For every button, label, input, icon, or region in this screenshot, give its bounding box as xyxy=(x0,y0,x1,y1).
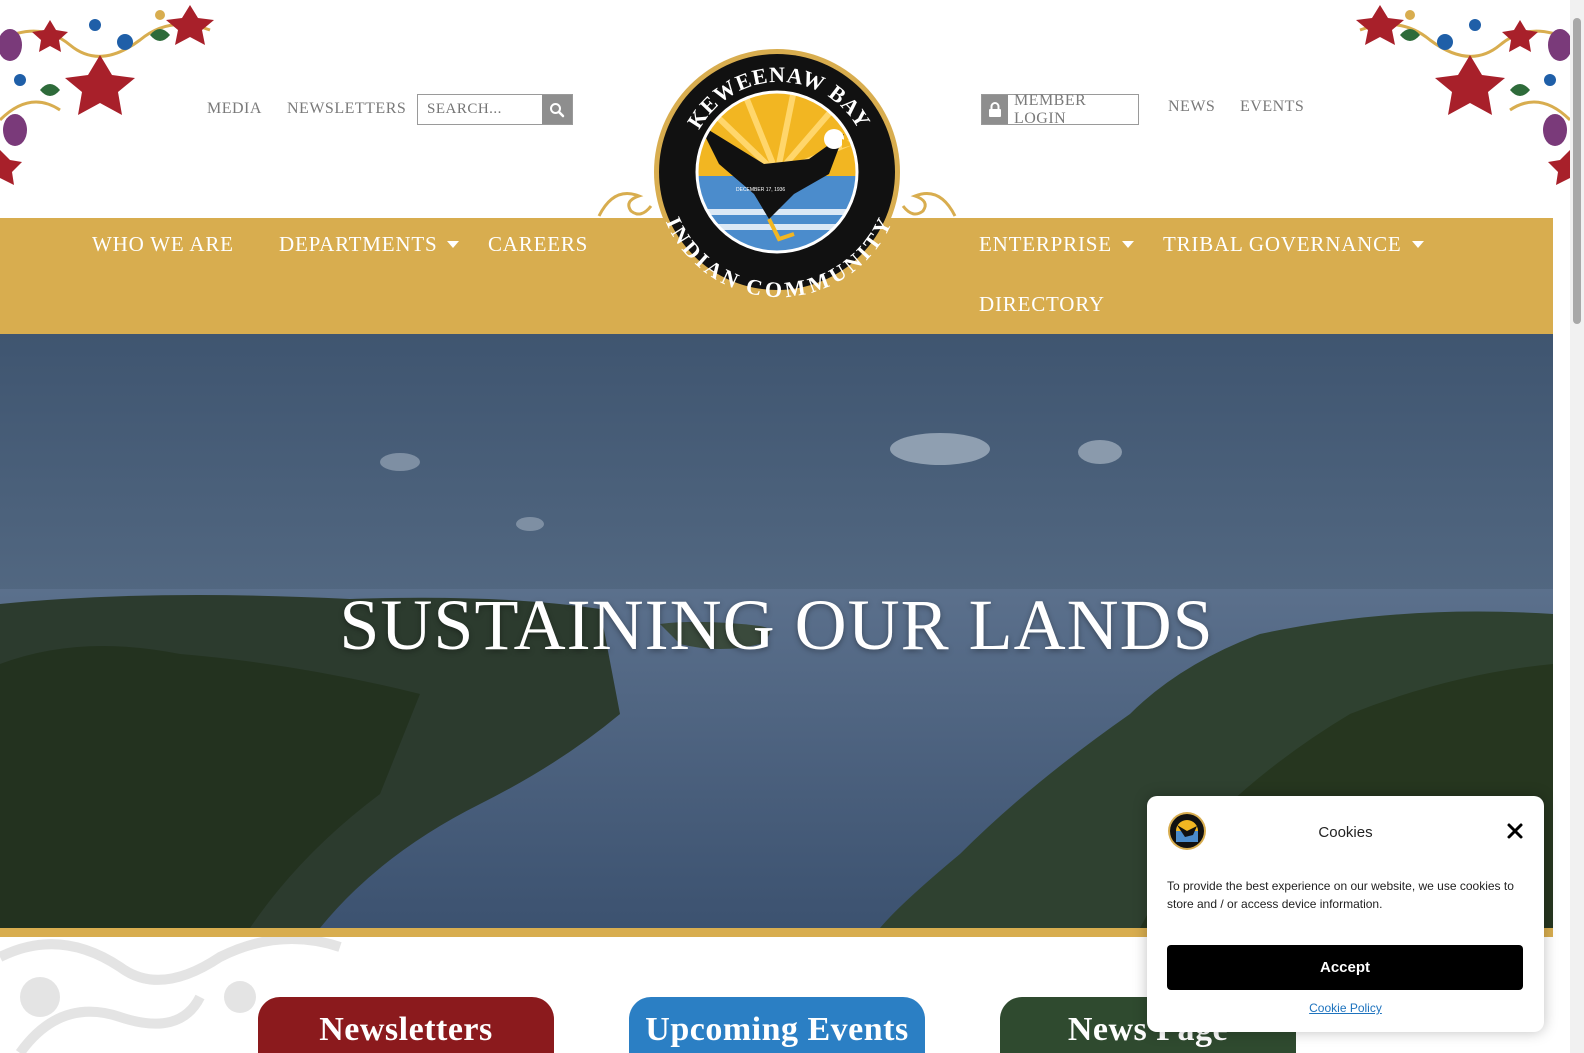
nav-item-label: TRIBAL GOVERNANCE xyxy=(1163,232,1402,256)
floral-decoration-right xyxy=(1356,5,1570,185)
caret-down-icon xyxy=(1121,241,1134,248)
page-scrollbar[interactable] xyxy=(1570,0,1584,1053)
logo-date-text: DECEMBER 17, 1936 xyxy=(736,187,785,193)
cookie-dialog-title: Cookies xyxy=(1318,824,1373,841)
flourish-right xyxy=(901,192,957,217)
nav-item-who-we-are[interactable]: WHO WE ARE xyxy=(92,232,234,257)
close-icon[interactable] xyxy=(1506,822,1524,840)
nav-link-news[interactable]: NEWS xyxy=(1168,98,1215,116)
nav-item-label: ENTERPRISE xyxy=(979,232,1112,256)
nav-link-events[interactable]: EVENTS xyxy=(1240,98,1304,116)
nav-item-departments[interactable]: DEPARTMENTS xyxy=(279,232,460,257)
cookie-consent-dialog: Cookies To provide the best experience o… xyxy=(1147,796,1544,1032)
floral-decoration-left xyxy=(0,5,214,185)
search-box xyxy=(417,94,573,125)
flourish-left xyxy=(597,192,653,217)
search-input[interactable] xyxy=(418,95,542,124)
search-icon xyxy=(550,102,565,117)
nav-item-label: CAREERS xyxy=(488,232,589,256)
scrollbar-thumb[interactable] xyxy=(1573,18,1581,324)
nav-item-careers[interactable]: CAREERS xyxy=(488,232,588,257)
nav-link-newsletters[interactable]: NEWSLETTERS xyxy=(287,100,406,118)
nav-item-label: DIRECTORY xyxy=(979,292,1105,316)
member-login-button[interactable]: MEMBER LOGIN xyxy=(981,91,1139,127)
nav-item-enterprise[interactable]: ENTERPRISE xyxy=(979,232,1134,257)
nav-link-media[interactable]: MEDIA xyxy=(207,100,262,118)
cookie-dialog-text: To provide the best experience on our we… xyxy=(1167,879,1514,911)
accept-cookies-button[interactable]: Accept xyxy=(1167,945,1523,990)
nav-item-label: WHO WE ARE xyxy=(92,232,234,256)
caret-down-icon xyxy=(447,241,460,248)
member-login-label: MEMBER LOGIN xyxy=(1013,91,1087,127)
cookie-policy-link[interactable]: Cookie Policy xyxy=(1147,1001,1544,1015)
newsletters-card[interactable]: Newsletters xyxy=(258,997,554,1053)
nav-item-tribal-governance[interactable]: TRIBAL GOVERNANCE xyxy=(1163,232,1424,257)
lock-icon xyxy=(982,95,1008,124)
site-logo[interactable]: KEWEENAW BAY INDIAN COMMUNITY DECEMBER 1… xyxy=(594,44,960,298)
nav-item-directory[interactable]: DIRECTORY xyxy=(979,292,1105,317)
nav-item-label: DEPARTMENTS xyxy=(279,232,438,256)
hero-title: SUSTAINING OUR LANDS xyxy=(339,585,1214,665)
search-button[interactable] xyxy=(542,95,572,124)
upcoming-events-card[interactable]: Upcoming Events xyxy=(629,997,925,1053)
caret-down-icon xyxy=(1411,241,1424,248)
